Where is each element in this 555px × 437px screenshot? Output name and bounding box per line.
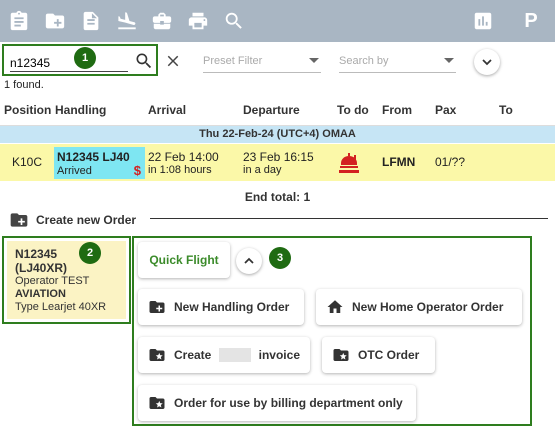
search-by-select[interactable]: Search by [339,53,456,73]
search-icon[interactable] [134,51,154,71]
chevron-down-icon [309,58,319,63]
new-handling-order-label: New Handling Order [174,300,290,314]
preset-filter-select[interactable]: Preset Filter [203,53,321,73]
column-todo[interactable]: To do [337,103,369,117]
home-icon [327,300,343,313]
departure-time: 23 Feb 16:15 [243,150,314,164]
chevron-up-icon [244,257,254,264]
result-count: 1 found. [4,79,44,91]
departure-relative: in a day [243,164,282,176]
parking-icon[interactable]: P [519,9,543,33]
collapse-button[interactable] [236,248,262,274]
search-by-placeholder: Search by [339,55,389,67]
column-arrival[interactable]: Arrival [148,103,186,117]
create-invoice-button[interactable]: Create invoice [138,337,310,373]
handling-title: N12345 LJ40 [57,150,130,164]
otc-order-button[interactable]: OTC Order [322,337,435,373]
new-home-operator-order-label: New Home Operator Order [352,300,504,314]
date-group-header: Thu 22-Feb-24 (UTC+4) OMAA [0,126,555,143]
callout-badge-2: 2 [79,242,101,264]
quick-flight-button[interactable]: Quick Flight [138,242,230,278]
chevron-down-icon [444,58,454,63]
catering-icon[interactable] [337,152,361,174]
chevron-down-icon [482,59,492,66]
star-folder-icon [149,397,165,409]
redacted-text [219,348,251,362]
search-input[interactable] [10,54,128,72]
add-folder-icon [149,301,165,313]
column-pax[interactable]: Pax [435,103,456,117]
aircraft-registration: N12345 [15,247,58,261]
column-to[interactable]: To [499,103,513,117]
expand-filters-button[interactable] [474,49,500,75]
column-from[interactable]: From [382,103,412,117]
from-cell: LFMN [382,155,416,169]
payment-flag: $ [133,163,141,178]
search-icon[interactable] [222,9,246,33]
arrival-relative: in 1:08 hours [148,164,212,176]
column-handling[interactable]: Handling [55,103,106,117]
briefcase-icon[interactable] [150,9,174,33]
aircraft-type: Type Learjet 40XR [15,301,107,313]
handling-status: Arrived [57,165,92,177]
table-header: Position Handling Arrival Departure To d… [0,94,555,126]
pax-cell: 01/?? [435,155,466,169]
bar-chart-icon[interactable] [471,9,495,33]
divider [150,218,548,219]
flight-landing-icon[interactable] [115,9,139,33]
end-total: End total: 1 [244,190,311,204]
billing-order-label: Order for use by billing department only [174,396,403,410]
position-cell: K10C [12,155,43,169]
otc-order-label: OTC Order [358,348,420,362]
column-position[interactable]: Position [4,103,51,117]
callout-badge-1: 1 [74,47,96,69]
close-icon[interactable] [164,52,182,70]
aircraft-card-highlight: N12345 (LJ40XR) Operator TEST AVIATION T… [2,236,131,324]
handling-cell[interactable]: N12345 LJ40 Arrived $ [54,147,145,179]
top-toolbar: P [0,0,555,42]
new-handling-order-button[interactable]: New Handling Order [138,289,304,325]
add-folder-icon[interactable] [43,9,67,33]
aircraft-operator-name: AVIATION [15,288,66,300]
print-icon[interactable] [186,9,210,33]
table-row[interactable]: K10C N12345 LJ40 Arrived $ 22 Feb 14:00 … [0,144,555,181]
document-icon[interactable] [79,9,103,33]
star-folder-icon [333,349,349,361]
aircraft-card[interactable]: N12345 (LJ40XR) Operator TEST AVIATION T… [7,241,126,319]
arrival-time: 22 Feb 14:00 [148,150,219,164]
aircraft-type-code: (LJ40XR) [15,261,68,275]
create-invoice-suffix: invoice [258,348,300,362]
preset-filter-placeholder: Preset Filter [203,55,263,67]
aircraft-operator: Operator TEST [15,275,90,287]
create-order-label: Create new Order [36,213,137,227]
callout-badge-3: 3 [269,247,291,269]
quick-flight-label: Quick Flight [149,253,219,267]
clipboard-icon[interactable] [7,9,31,33]
create-invoice-prefix: Create [174,348,212,362]
billing-order-button[interactable]: Order for use by billing department only [138,385,416,421]
new-home-operator-order-button[interactable]: New Home Operator Order [316,289,522,325]
create-order-heading: Create new Order [8,210,136,230]
add-folder-icon [10,213,28,227]
column-departure[interactable]: Departure [243,103,300,117]
star-folder-icon [149,349,165,361]
